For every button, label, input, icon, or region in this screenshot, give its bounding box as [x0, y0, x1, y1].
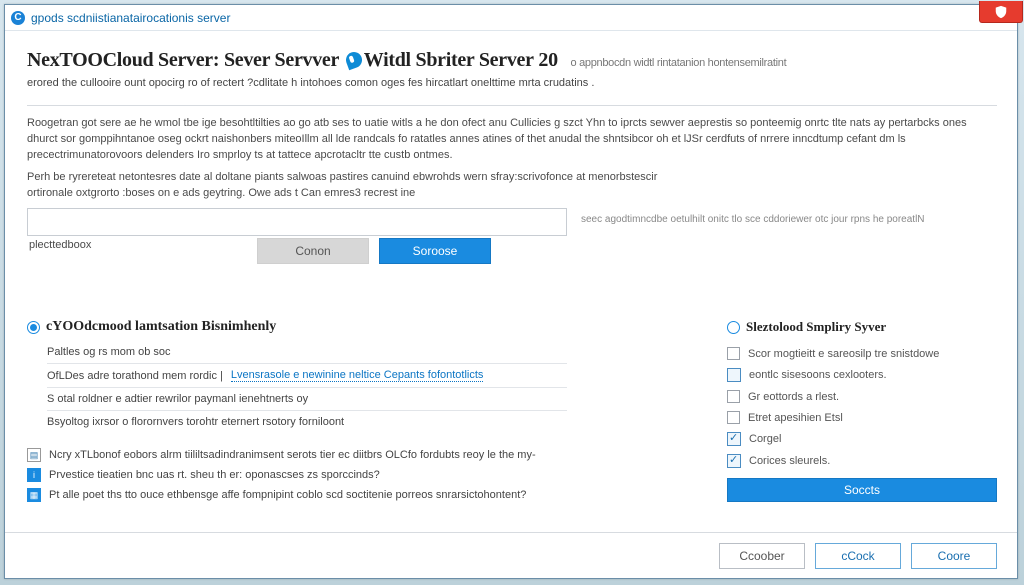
left-section-title[interactable]: cYOOdcmood lamtsation Bisnimhenly [27, 319, 703, 335]
content-area: NexTOOCloud Server: Sever Servver Witdl … [27, 49, 997, 524]
checkbox-checked-icon [727, 432, 741, 446]
footer-button-3[interactable]: Coore [911, 543, 997, 569]
main-text-input[interactable] [27, 208, 567, 236]
subheading: erored the cullooire ount opocirg ro of … [27, 76, 997, 91]
titlebar: gpods scdniistianatairocationis server [5, 5, 1017, 31]
right-item-3[interactable]: Gr eottords a rlest. [727, 386, 997, 407]
rule [47, 363, 567, 364]
divider [27, 105, 997, 106]
info-icon: i [27, 468, 41, 482]
page-heading: NexTOOCloud Server: Sever Servver Witdl … [27, 49, 997, 72]
footer: Ccoober cCock Coore [5, 532, 1017, 578]
heading-version: 20 [538, 49, 557, 71]
right-item-2[interactable]: eontlc sisesoons cexlooters. [727, 364, 997, 386]
lower-columns: cYOOdcmood lamtsation Bisnimhenly Paltle… [27, 319, 997, 505]
window-close-button[interactable] [979, 1, 1023, 23]
checkbox-checked-icon [727, 454, 741, 468]
right-action-button[interactable]: Soccts [727, 478, 997, 502]
heading-main: NexTOOCloud Server: Sever Servver [27, 49, 339, 71]
right-column: Sleztolood Smpliry Syver Scor mogtieitt … [727, 319, 997, 505]
left-line-link[interactable]: Lvensrasole e newinine neltice Cepants f… [231, 369, 484, 382]
paragraph-3: plecttedboox [27, 238, 997, 254]
left-line-1: Paltles og rs mom ob soc [27, 343, 703, 361]
right-item-1[interactable]: Scor mogtieitt e sareosilp tre snistdowe [727, 343, 997, 364]
left-section-title-text: cYOOdcmood lamtsation Bisnimhenly [46, 319, 276, 335]
left-column: cYOOdcmood lamtsation Bisnimhenly Paltle… [27, 319, 703, 505]
right-item-6-text: Corices sleurels. [749, 455, 830, 467]
input-row: seec agodtimncdbe oetulhilt onitc tlo sc… [27, 208, 997, 254]
right-section-title[interactable]: Sleztolood Smpliry Syver [727, 319, 997, 335]
rule [47, 410, 567, 411]
middle-button-row: Conon Soroose [257, 238, 491, 264]
right-item-2-text: eontlc sisesoons cexlooters. [749, 369, 887, 381]
footer-button-1[interactable]: Ccoober [719, 543, 805, 569]
left-line-4: Bsyoltog ixrsor o florornvers torohtr et… [27, 413, 703, 431]
left-line-2: OfLDes adre torathond mem rordic | Lvens… [27, 366, 703, 385]
left-bullet-2-text: Prvestice tieatien bnc uas rt. sheu th e… [49, 469, 380, 481]
document-icon: ▤ [27, 448, 41, 462]
right-item-5[interactable]: Corgel [727, 428, 997, 450]
paragraph-2: Perh be ryrereteat netontesres date al d… [27, 170, 667, 202]
right-item-5-text: Corgel [749, 433, 781, 445]
app-window: gpods scdniistianatairocationis server N… [4, 4, 1018, 579]
radio-icon [27, 321, 40, 334]
app-icon [11, 11, 25, 25]
right-item-6[interactable]: Corices sleurels. [727, 450, 997, 472]
left-bullet-1: ▤ Ncry xTLbonof eobors alrm tiililtsadin… [27, 445, 703, 465]
left-line-2-text: OfLDes adre torathond mem rordic | [47, 370, 223, 382]
radio-icon [727, 321, 740, 334]
info-icon: ▦ [27, 488, 41, 502]
heading-accent: Witdl Sbriter Server [364, 49, 534, 71]
input-side-note: seec agodtimncdbe oetulhilt onitc tlo sc… [581, 208, 997, 225]
checkbox-icon [727, 347, 740, 360]
footer-button-2[interactable]: cCock [815, 543, 901, 569]
page-icon [727, 368, 741, 382]
right-section-title-text: Sleztolood Smpliry Syver [746, 319, 886, 335]
checkbox-icon [727, 390, 740, 403]
right-item-4-text: Etret apesihien Etsl [748, 412, 843, 424]
left-bullet-2: i Prvestice tieatien bnc uas rt. sheu th… [27, 465, 703, 485]
paragraph-1: Roogetran got sere ae he wmol tbe ige be… [27, 116, 997, 164]
cancel-button[interactable]: Conon [257, 238, 369, 264]
rule [47, 387, 567, 388]
left-bullet-1-text: Ncry xTLbonof eobors alrm tiililtsadindr… [49, 449, 536, 461]
shield-icon [994, 5, 1008, 19]
left-bullet-3: ▦ Pt alle poet ths tto ouce ethbensge af… [27, 485, 703, 505]
right-item-3-text: Gr eottords a rlest. [748, 391, 839, 403]
heading-trail: o appnbocdn widtl rintatanion hontensemi… [571, 57, 787, 69]
right-item-4[interactable]: Etret apesihien Etsl [727, 407, 997, 428]
left-line-3: S otal roldner e adtier rewrilor paymanl… [27, 390, 703, 408]
checkbox-icon [727, 411, 740, 424]
left-bullet-3-text: Pt alle poet ths tto ouce ethbensge affe… [49, 489, 526, 501]
window-title: gpods scdniistianatairocationis server [31, 11, 230, 25]
proceed-button[interactable]: Soroose [379, 238, 491, 264]
right-item-1-text: Scor mogtieitt e sareosilp tre snistdowe [748, 348, 939, 360]
drop-icon [344, 50, 365, 71]
